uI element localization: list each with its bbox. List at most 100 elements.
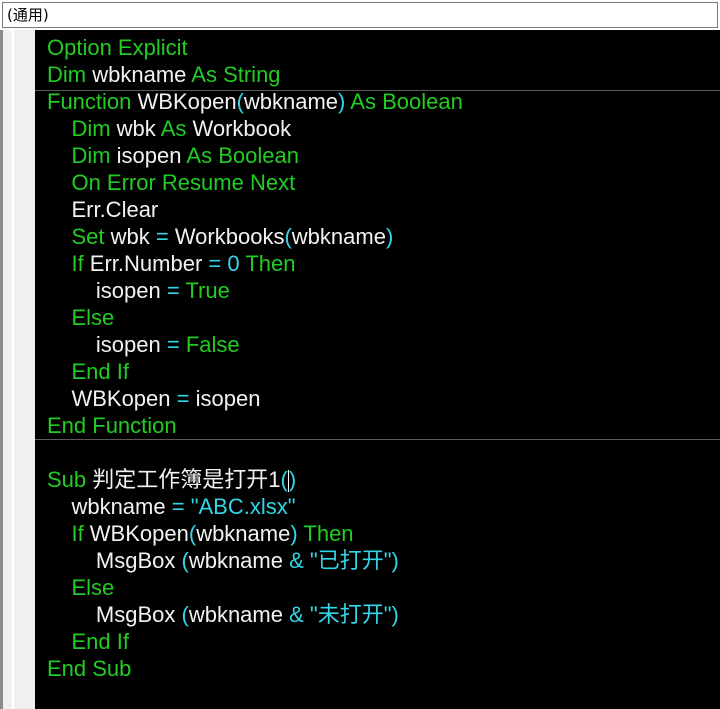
code-token: Dim <box>47 62 93 87</box>
code-token: Workbook <box>192 116 292 141</box>
code-token: ( <box>181 548 189 573</box>
code-token: ( <box>181 602 189 627</box>
code-line[interactable]: MsgBox (wbkname & "已打开") <box>47 547 463 574</box>
code-token: wbkname <box>196 521 291 546</box>
margin-edge <box>12 30 14 709</box>
code-line[interactable]: End Sub <box>47 655 463 682</box>
code-line[interactable]: End If <box>47 628 463 655</box>
code-line[interactable]: Set wbk = Workbooks(wbkname) <box>47 223 463 250</box>
code-line[interactable]: Sub 判定工作簿是打开1() <box>47 466 463 493</box>
procedure-bar: (通用) <box>0 0 720 30</box>
code-line[interactable]: WBKopen = isopen <box>47 385 463 412</box>
code-token: & <box>289 548 310 573</box>
code-token: ) <box>338 89 351 114</box>
code-line[interactable]: Else <box>47 304 463 331</box>
code-token: WBKopen <box>89 521 189 546</box>
margin-indicator-bar[interactable] <box>0 30 35 709</box>
code-line[interactable]: Dim wbk As Workbook <box>47 115 463 142</box>
code-line[interactable]: On Error Resume Next <box>47 169 463 196</box>
code-token: Else <box>71 305 115 330</box>
code-line[interactable]: Err.Clear <box>47 196 463 223</box>
code-line[interactable]: Dim isopen As Boolean <box>47 142 463 169</box>
code-token: ( <box>280 467 288 492</box>
code-token: ( <box>236 89 244 114</box>
code-token: Dim <box>71 116 117 141</box>
code-line[interactable]: Option Explicit <box>47 34 463 61</box>
code-token: ) <box>391 602 399 627</box>
code-token: ) <box>385 224 394 249</box>
code-line[interactable]: isopen = False <box>47 331 463 358</box>
code-token: = <box>171 494 191 519</box>
code-token: wbkname <box>291 224 386 249</box>
code-line[interactable]: wbkname = "ABC.xlsx" <box>47 493 463 520</box>
code-token: Function <box>47 89 138 114</box>
code-token: If <box>71 251 90 276</box>
code-token: "未打开" <box>309 602 392 627</box>
code-token: "ABC.xlsx" <box>190 494 296 519</box>
code-line[interactable]: If Err.Number = 0 Then <box>47 250 463 277</box>
code-token: WBKopen <box>71 386 177 411</box>
code-text[interactable]: Option Explicit Dim wbkname As String Func… <box>47 34 463 682</box>
code-token: MsgBox <box>95 548 182 573</box>
code-token: wbkname <box>188 548 290 573</box>
code-line[interactable]: Function WBKopen(wbkname) As Boolean <box>47 88 463 115</box>
code-token: ) <box>290 521 304 546</box>
code-line[interactable] <box>47 439 463 466</box>
code-line[interactable]: End If <box>47 358 463 385</box>
code-token: = <box>155 224 175 249</box>
code-token: isopen <box>195 386 261 411</box>
code-token: As <box>160 116 193 141</box>
code-token: isopen <box>116 143 187 168</box>
code-token: Set <box>71 224 111 249</box>
code-token: "已打开" <box>309 548 392 573</box>
code-token: Then <box>245 251 296 276</box>
code-token: wbkname <box>71 494 172 519</box>
code-line[interactable]: Dim wbkname As String <box>47 61 463 88</box>
code-token: As String <box>191 62 281 87</box>
code-token: & <box>289 602 310 627</box>
code-token: False <box>185 332 240 357</box>
code-token: On Error Resume Next <box>71 170 296 195</box>
code-token: If <box>71 521 90 546</box>
code-line[interactable]: MsgBox (wbkname & "未打开") <box>47 601 463 628</box>
code-token: wbk <box>110 224 156 249</box>
code-token: True <box>185 278 230 303</box>
code-line[interactable]: Else <box>47 574 463 601</box>
code-token: ( <box>284 224 292 249</box>
code-line[interactable]: isopen = True <box>47 277 463 304</box>
code-token: wbkname <box>243 89 339 114</box>
code-token: End Sub <box>47 656 132 681</box>
code-token: As Boolean <box>186 143 299 168</box>
code-token: wbkname <box>92 62 192 87</box>
code-line[interactable]: End Function <box>47 412 463 439</box>
code-token: Workbooks <box>174 224 285 249</box>
code-token: 判定工作簿是打开1 <box>92 467 281 492</box>
code-editor[interactable]: Option Explicit Dim wbkname As String Func… <box>35 30 720 709</box>
code-token: Err.Number <box>89 251 209 276</box>
procedure-combobox[interactable]: (通用) <box>2 2 718 28</box>
code-token: Sub <box>47 467 93 492</box>
code-token: = <box>176 386 196 411</box>
code-token: ) <box>391 548 399 573</box>
code-token: End If <box>71 359 129 384</box>
code-token: As Boolean <box>350 89 463 114</box>
code-line[interactable]: If WBKopen(wbkname) Then <box>47 520 463 547</box>
code-token: wbk <box>116 116 161 141</box>
code-token: Then <box>303 521 354 546</box>
code-token: End Function <box>47 413 177 438</box>
code-token: Dim <box>71 143 117 168</box>
code-token: = <box>166 278 186 303</box>
code-token: Err.Clear <box>71 197 159 222</box>
